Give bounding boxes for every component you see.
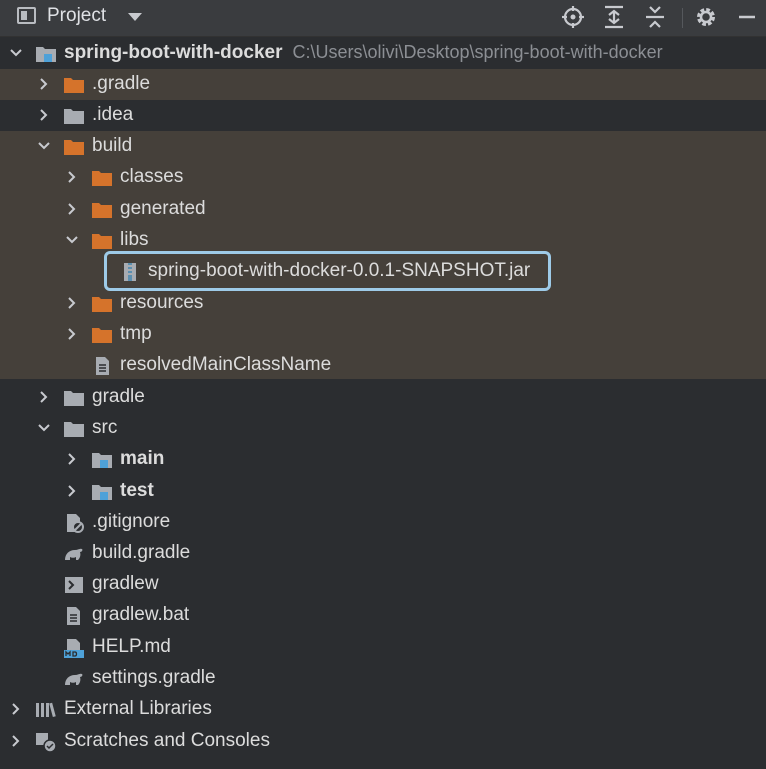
tree-row-gradlew-bat[interactable]: gradlew.bat [0, 600, 766, 631]
shell-script-icon [63, 575, 85, 595]
folder-icon [63, 388, 85, 408]
tree-label: build.gradle [92, 542, 191, 563]
chevron-down-icon[interactable] [36, 420, 52, 436]
folder-icon [63, 419, 85, 439]
tree-row-classes[interactable]: classes [0, 162, 766, 193]
tree-row-external-libraries[interactable]: External Libraries [0, 694, 766, 725]
tree-label: Scratches and Consoles [64, 730, 270, 751]
ignore-file-icon [63, 513, 85, 533]
excluded-folder-icon [91, 231, 113, 251]
tree-label: resolvedMainClassName [120, 354, 332, 375]
text-file-icon [91, 356, 113, 376]
gradle-icon [63, 669, 85, 689]
chevron-right-icon[interactable] [64, 201, 80, 217]
tree-label: resources [120, 292, 204, 313]
tree-label: gradlew.bat [92, 604, 190, 625]
tree-label: External Libraries [64, 698, 212, 719]
jar-highlight-frame [104, 251, 551, 291]
tree-label: gradle [92, 386, 145, 407]
tree-row-test[interactable]: test [0, 476, 766, 507]
tree-row-help-md[interactable]: HELP.md [0, 632, 766, 663]
tree-row-main[interactable]: main [0, 444, 766, 475]
tree-row-src[interactable]: src [0, 413, 766, 444]
tree-row-gradle[interactable]: gradle [0, 382, 766, 413]
tree-label: libs [120, 229, 149, 250]
minimize-icon[interactable] [733, 3, 761, 31]
chevron-right-icon[interactable] [8, 701, 24, 717]
tree-label: .gradle [92, 73, 151, 94]
chevron-right-icon[interactable] [64, 451, 80, 467]
tree-row-resolved[interactable]: resolvedMainClassName [0, 350, 766, 381]
tree-label: test [120, 480, 154, 501]
project-header: Project [0, 0, 766, 37]
tree-row-scratches[interactable]: Scratches and Consoles [0, 726, 766, 757]
tree-row-generated[interactable]: generated [0, 194, 766, 225]
chevron-down-icon[interactable] [8, 45, 24, 61]
header-separator [682, 8, 683, 28]
chevron-right-icon[interactable] [36, 76, 52, 92]
tree-row-build-gradle[interactable]: build.gradle [0, 538, 766, 569]
tree-label: settings.gradle [92, 667, 216, 688]
scratches-icon [35, 732, 57, 753]
chevron-right-icon[interactable] [36, 107, 52, 123]
excluded-folder-icon [63, 137, 85, 157]
library-icon [35, 700, 57, 720]
chevron-right-icon[interactable] [64, 326, 80, 342]
tree-row-settings-gradle[interactable]: settings.gradle [0, 663, 766, 694]
tree-label: build [92, 135, 133, 156]
chevron-right-icon[interactable] [36, 389, 52, 405]
chevron-right-icon[interactable] [64, 483, 80, 499]
tree-label: src [92, 417, 118, 438]
tree-label: .gitignore [92, 511, 171, 532]
excluded-folder-icon [91, 325, 113, 345]
expand-all-icon[interactable] [600, 3, 628, 31]
folder-icon [63, 106, 85, 126]
chevron-right-icon[interactable] [8, 733, 24, 749]
tree-row-build[interactable]: build [0, 131, 766, 162]
tree-row-gitignore[interactable]: .gitignore [0, 507, 766, 538]
root-path: C:\Users\olivi\Desktop\spring-boot-with-… [292, 42, 663, 62]
tree-row-idea[interactable]: .idea [0, 100, 766, 131]
markdown-file-icon [63, 638, 85, 658]
excluded-folder-icon [91, 200, 113, 220]
module-folder-icon [35, 44, 57, 64]
gear-icon[interactable] [692, 3, 720, 31]
tree-row-tmp[interactable]: tmp [0, 319, 766, 350]
tree-label: generated [120, 198, 206, 219]
module-folder-icon [91, 450, 113, 470]
root-label: spring-boot-with-docker C:\Users\olivi\De… [64, 42, 663, 63]
module-folder-icon [91, 482, 113, 502]
gradle-icon [63, 544, 85, 564]
tree-label: HELP.md [92, 636, 171, 657]
chevron-down-icon[interactable] [64, 232, 80, 248]
tree-row-gradle-hidden[interactable]: .gradle [0, 69, 766, 100]
tree-label: .idea [92, 104, 134, 125]
excluded-folder-icon [91, 294, 113, 314]
project-tool-window: Project spring-boot-with-docker C:\Users\… [0, 0, 766, 769]
project-title[interactable]: Project [47, 5, 106, 27]
tree-row-resources[interactable]: resources [0, 288, 766, 319]
chevron-down-icon[interactable] [36, 138, 52, 154]
locate-icon[interactable] [559, 3, 587, 31]
project-view-icon[interactable] [17, 7, 36, 24]
excluded-folder-icon [91, 168, 113, 188]
chevron-right-icon[interactable] [64, 295, 80, 311]
excluded-folder-icon [63, 75, 85, 95]
collapse-all-icon[interactable] [641, 3, 669, 31]
tree-row-gradlew[interactable]: gradlew [0, 569, 766, 600]
text-file-icon [63, 606, 85, 626]
chevron-down-icon[interactable] [128, 13, 142, 21]
tree-label: classes [120, 166, 184, 187]
chevron-right-icon[interactable] [64, 169, 80, 185]
tree-label: gradlew [92, 573, 159, 594]
tree-row-root[interactable]: spring-boot-with-docker C:\Users\olivi\De… [0, 38, 766, 69]
tree-label: main [120, 448, 165, 469]
tree-label: tmp [120, 323, 152, 344]
